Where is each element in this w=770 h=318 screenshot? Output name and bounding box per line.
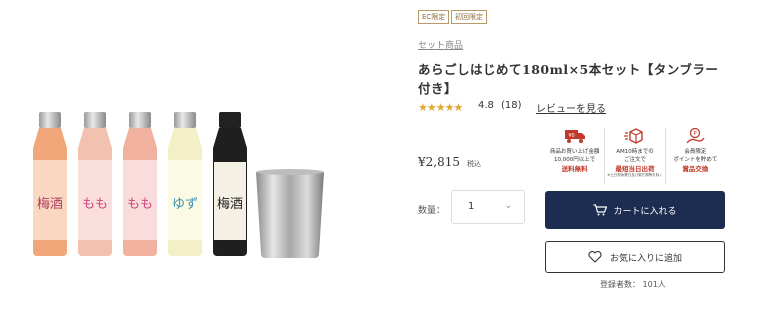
badge-ec-limited: EC限定 [418,10,450,24]
feature-free-shipping: ¥0 商品お買い上げ金額 10,000円以上で 送料無料 [545,128,606,184]
review-count: (18) [501,100,522,111]
feature-2-note: ※土日祝休業日及び繁忙期等を除く [607,173,663,177]
same-day-shipping-box-icon [623,128,643,144]
feature-2-line1: AM10時までの [616,149,654,155]
product-image: 梅酒 もも もも ゆず 梅酒 [0,90,385,280]
tax-label: 税込 [467,160,481,168]
feature-1-line2: 10,000円以上で [554,157,596,163]
bottle-momo-2: もも [123,112,157,256]
feature-same-day-shipping: AM10時までの ご注文で 最短当日出荷 ※土日祝休業日及び繁忙期等を除く [605,128,666,184]
feature-2-line2: ご注文で [623,157,646,163]
add-to-favorites-label: お気に入りに追加 [609,253,682,264]
svg-text:¥0: ¥0 [568,133,574,139]
add-to-cart-label: カートに入れる [613,206,677,217]
tumbler [256,169,324,258]
feature-1-highlight: 送料無料 [561,165,588,173]
svg-text:P: P [694,131,698,137]
free-shipping-truck-icon: ¥0 [564,130,585,143]
bottle-ume-black: 梅酒 [213,112,247,256]
favorite-count: 登録者数： 101人 [600,280,666,289]
service-features: ¥0 商品お買い上げ金額 10,000円以上で 送料無料 AM10時までの ご注… [545,128,725,184]
points-gift-icon: P [686,128,705,144]
bottle-yuzu: ゆず [168,112,202,256]
quantity-label: 数量： [418,206,446,216]
chevron-down-icon: ⌄ [504,201,512,211]
add-to-favorites-button[interactable]: お気に入りに追加 [545,241,725,273]
bottle-ume: 梅酒 [33,112,67,256]
rating-score: 4.8 [478,100,494,111]
category-link[interactable]: セット商品 [418,38,463,51]
product-title: あらごしはじめて180ml×5本セット【タンブラー付き】 [418,62,719,96]
bottle-label-5: 梅酒 [217,197,243,212]
feature-points: P 会員限定 ポイントを貯めて 賞品交換 [666,128,725,184]
cart-icon [593,204,608,216]
badge-first-time-limited: 初回限定 [451,10,487,24]
feature-2-highlight: 最短当日出荷 [615,165,655,173]
quantity-select[interactable]: 1 ⌄ [451,190,525,224]
heart-icon [588,251,602,263]
quantity-value: 1 [468,201,475,212]
bottle-label-3: もも [127,197,153,212]
bottle-label-1: 梅酒 [37,197,63,212]
feature-1-line1: 商品お買い上げ金額 [549,149,600,155]
feature-3-line2: ポイントを貯めて [673,157,718,163]
rating-stars-icon: ★★★★★ [418,101,463,114]
feature-3-line1: 会員限定 [684,149,707,155]
add-to-cart-button[interactable]: カートに入れる [545,191,725,229]
price: ¥2,815 [418,155,460,169]
bottle-label-2: もも [82,197,108,212]
view-reviews-link[interactable]: レビューを見る [536,100,606,115]
bottle-label-4: ゆず [172,197,198,212]
bottle-momo-1: もも [78,112,112,256]
feature-3-highlight: 賞品交換 [682,165,709,173]
